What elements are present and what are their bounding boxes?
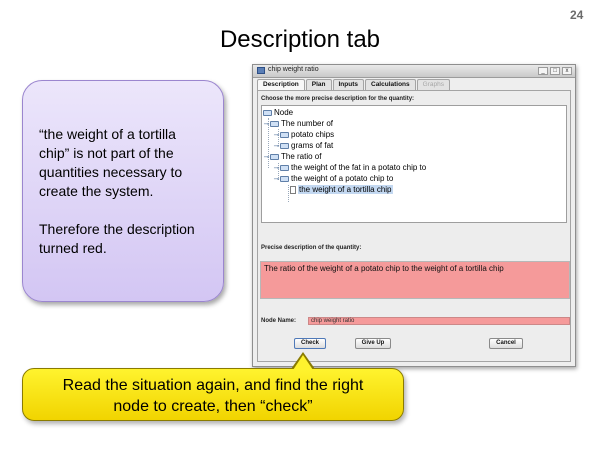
expander-icon[interactable]: ⊸ [263, 153, 270, 161]
note-paragraph-2: Therefore the description turned red. [39, 221, 195, 256]
cancel-button[interactable]: Cancel [489, 338, 523, 349]
tree-prompt-label: Choose the more precise description for … [261, 96, 415, 102]
tab-description[interactable]: Description [257, 79, 305, 90]
explanation-note: “the weight of a tortilla chip” is not p… [22, 80, 224, 302]
folder-icon [280, 175, 289, 182]
description-label: Precise description of the quantity: [261, 245, 362, 251]
callout-tail-inner [293, 355, 313, 370]
tree-node-fat-weight[interactable]: ⊸ the weight of the fat in a potato chip… [273, 162, 427, 173]
tree-node-root-label: Node [274, 108, 294, 117]
tab-plan[interactable]: Plan [305, 79, 332, 90]
tree-node-chip-weight[interactable]: ⊸ the weight of a potato chip to [273, 173, 394, 184]
page-number: 24 [570, 8, 584, 22]
instruction-callout: Read the situation again, and find the r… [22, 368, 404, 421]
expander-icon[interactable]: ⊸ [273, 131, 280, 139]
tab-graphs: Graphs [416, 79, 450, 90]
tree-node-fat-weight-label: the weight of the fat in a potato chip t… [291, 163, 427, 172]
tree-node-number-of[interactable]: ⊸ The number of [263, 118, 333, 129]
note-paragraph-1: “the weight of a tortilla chip” is not p… [39, 126, 183, 199]
node-name-field[interactable]: chip weight ratio [308, 317, 570, 325]
slide-title: Description tab [219, 26, 381, 53]
check-button[interactable]: Check [294, 338, 326, 349]
description-tree[interactable]: Node ⊸ The number of ⊸ potato chips ⊸ gr… [261, 105, 567, 223]
tree-node-tortilla-weight-label: the weight of a tortilla chip [298, 185, 393, 194]
maximize-button[interactable]: □ [550, 67, 560, 75]
callout-line-1: Read the situation again, and find the r… [62, 377, 364, 394]
expander-icon[interactable]: ⊸ [273, 164, 280, 172]
folder-icon [270, 153, 279, 160]
node-name-label: Node Name: [261, 318, 297, 324]
close-button[interactable]: x [562, 67, 572, 75]
tree-node-grams-of-fat[interactable]: ⊸ grams of fat [273, 140, 334, 151]
tree-node-potato-chips[interactable]: ⊸ potato chips [273, 129, 335, 140]
minimize-button[interactable]: _ [538, 67, 548, 75]
tree-node-number-of-label: The number of [281, 119, 334, 128]
callout-line-2: node to create, then “check” [113, 398, 313, 415]
app-window: chip weight ratio _ □ x Description Plan… [252, 64, 576, 367]
give-up-button[interactable]: Give Up [355, 338, 391, 349]
app-icon [257, 67, 265, 74]
tree-node-potato-chips-label: potato chips [291, 130, 335, 139]
document-icon [290, 185, 296, 194]
tree-node-grams-of-fat-label: grams of fat [291, 141, 334, 150]
folder-icon [263, 109, 272, 116]
tab-bar: Description Plan Inputs Calculations Gra… [257, 79, 451, 90]
tree-node-root[interactable]: Node [263, 107, 293, 118]
folder-icon [280, 142, 289, 149]
tree-node-tortilla-weight[interactable]: the weight of a tortilla chip [290, 184, 393, 195]
folder-icon [280, 131, 289, 138]
expander-icon[interactable]: ⊸ [263, 120, 270, 128]
expander-icon[interactable]: ⊸ [273, 175, 280, 183]
tree-node-ratio-of-label: The ratio of [281, 152, 322, 161]
folder-icon [270, 120, 279, 127]
tab-calculations[interactable]: Calculations [365, 79, 416, 90]
description-display: The ratio of the weight of a potato chip… [260, 261, 570, 299]
folder-icon [280, 164, 289, 171]
expander-icon[interactable]: ⊸ [273, 142, 280, 150]
tree-node-ratio-of[interactable]: ⊸ The ratio of [263, 151, 322, 162]
window-title: chip weight ratio [268, 66, 319, 73]
window-titlebar[interactable]: chip weight ratio _ □ x [253, 65, 575, 78]
tab-inputs[interactable]: Inputs [332, 79, 364, 90]
tree-node-chip-weight-label: the weight of a potato chip to [291, 174, 394, 183]
